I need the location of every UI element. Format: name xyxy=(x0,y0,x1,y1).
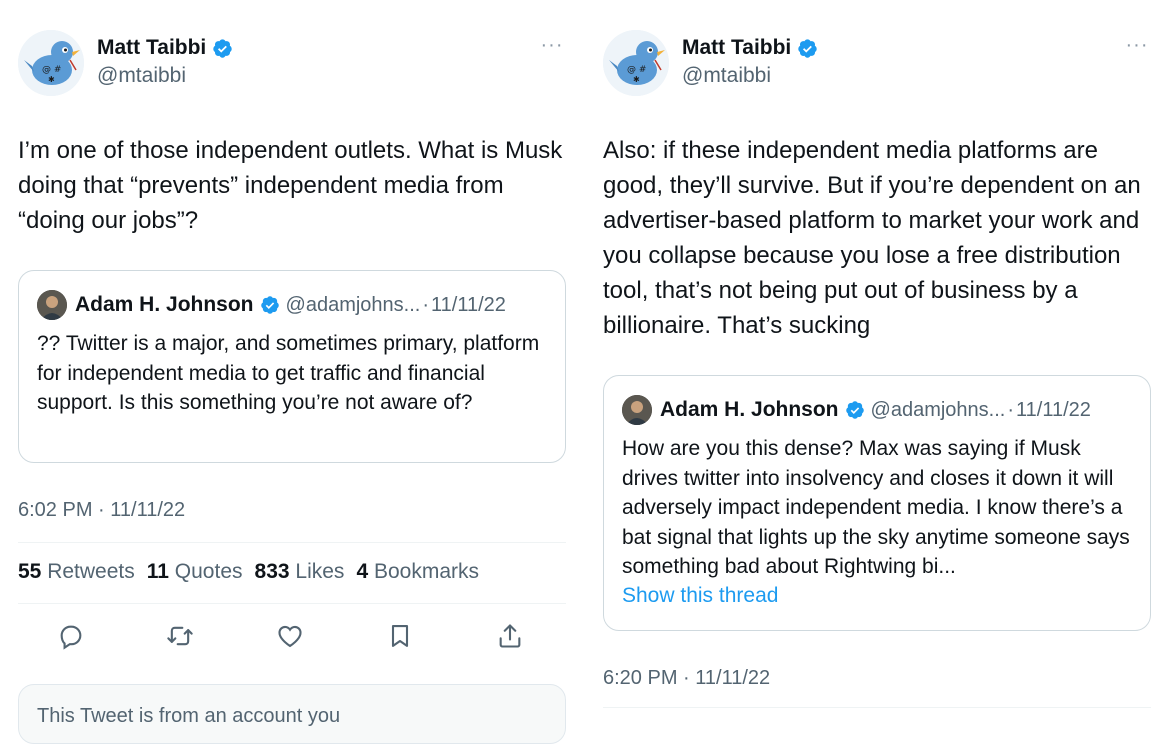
action-bar xyxy=(18,618,566,654)
divider xyxy=(18,603,566,604)
quoted-tweet-text: How are you this dense? Max was saying i… xyxy=(622,437,1130,578)
quoted-date: 11/11/22 xyxy=(1016,398,1091,421)
quoted-separator: · xyxy=(422,293,430,316)
retweet-icon[interactable] xyxy=(162,618,198,654)
author-handle[interactable]: @mtaibbi xyxy=(682,64,771,88)
quoted-tweet-card[interactable]: Adam H. Johnson @adamjohns... · 11/11/22… xyxy=(18,270,566,463)
stat-retweets[interactable]: 55 Retweets xyxy=(18,560,135,584)
verified-badge-icon xyxy=(797,38,818,59)
stat-label: Retweets xyxy=(47,560,135,583)
stat-label: Bookmarks xyxy=(373,560,479,583)
quoted-separator: · xyxy=(1007,398,1015,421)
stat-bookmarks[interactable]: 4 Bookmarks xyxy=(356,560,479,584)
twitter-bird-avatar[interactable]: @ # ✱ xyxy=(603,30,669,96)
stat-likes[interactable]: 833 Likes xyxy=(255,560,345,584)
show-thread-link[interactable]: Show this thread xyxy=(622,584,778,608)
stat-count: 833 xyxy=(254,560,290,583)
svg-text:@ #: @ # xyxy=(42,65,61,75)
reply-icon[interactable] xyxy=(53,618,89,654)
stat-count: 11 xyxy=(146,560,169,583)
tweet-right: @ # ✱ Matt Taibbi @mtaibbi ··· Also: if … xyxy=(585,0,1170,716)
quoted-tweet-card[interactable]: Adam H. Johnson @adamjohns... · 11/11/22… xyxy=(603,375,1151,631)
svg-text:✱: ✱ xyxy=(48,75,55,84)
tweet-timestamp[interactable]: 6:20 PM · 11/11/22 xyxy=(603,667,770,690)
tweet-left: @ # ✱ Matt Taibbi @mtaibbi ··· I’m one o… xyxy=(0,0,585,744)
author-name-text[interactable]: Matt Taibbi xyxy=(682,36,791,60)
quoted-author-name: Adam H. Johnson xyxy=(75,293,254,316)
quoted-author-avatar xyxy=(37,290,67,320)
quoted-author-name: Adam H. Johnson xyxy=(660,398,839,421)
engagement-stats: 55 Retweets 11 Quotes 833 Likes 4 Bookma… xyxy=(18,560,479,584)
quoted-tweet-text: ?? Twitter is a major, and sometimes pri… xyxy=(37,332,540,414)
stat-label: Quotes xyxy=(174,560,243,583)
author-name-text[interactable]: Matt Taibbi xyxy=(97,36,206,60)
verified-badge-icon xyxy=(845,400,865,420)
quoted-author-avatar xyxy=(622,395,652,425)
more-options-icon[interactable]: ··· xyxy=(1124,35,1150,58)
svg-text:✱: ✱ xyxy=(633,75,640,84)
quoted-tweet-header: Adam H. Johnson @adamjohns... · 11/11/22 xyxy=(622,394,1136,426)
like-icon[interactable] xyxy=(272,618,308,654)
author-name[interactable]: Matt Taibbi xyxy=(97,36,233,60)
stat-count: 55 xyxy=(18,560,42,583)
account-notice-text: This Tweet is from an account you xyxy=(37,705,341,727)
tweet-timestamp[interactable]: 6:02 PM · 11/11/22 xyxy=(18,499,185,522)
stat-count: 4 xyxy=(356,560,369,583)
quoted-author-handle: @adamjohns... xyxy=(870,398,1006,421)
verified-badge-icon xyxy=(260,295,280,315)
divider xyxy=(603,707,1151,708)
stat-label: Likes xyxy=(295,560,345,583)
verified-badge-icon xyxy=(212,38,233,59)
stat-quotes[interactable]: 11 Quotes xyxy=(147,560,243,584)
divider xyxy=(18,542,566,543)
bookmark-icon[interactable] xyxy=(382,618,418,654)
more-options-icon[interactable]: ··· xyxy=(539,35,565,58)
author-name[interactable]: Matt Taibbi xyxy=(682,36,818,60)
quoted-tweet-header: Adam H. Johnson @adamjohns... · 11/11/22 xyxy=(37,289,551,321)
account-notice-box: This Tweet is from an account you xyxy=(18,684,566,744)
author-handle[interactable]: @mtaibbi xyxy=(97,64,186,88)
tweet-text: I’m one of those independent outlets. Wh… xyxy=(18,137,563,234)
twitter-bird-avatar[interactable]: @ # ✱ xyxy=(18,30,84,96)
quoted-date: 11/11/22 xyxy=(431,293,506,316)
quoted-author-handle: @adamjohns... xyxy=(285,293,421,316)
svg-text:@ #: @ # xyxy=(627,65,646,75)
tweet-text: Also: if these independent media platfor… xyxy=(603,137,1141,339)
share-icon[interactable] xyxy=(492,618,528,654)
